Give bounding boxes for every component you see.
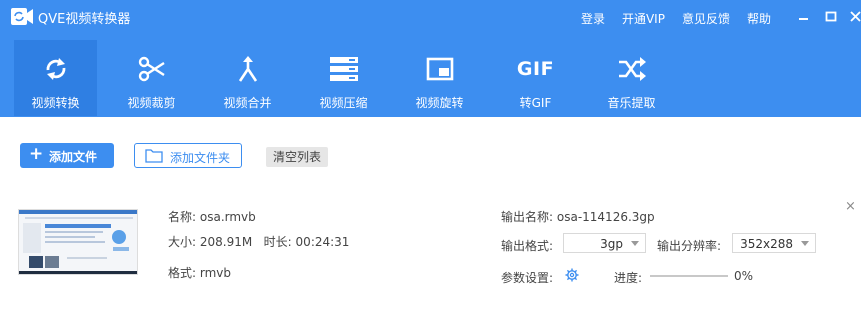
param-settings-label: 参数设置: — [501, 271, 554, 285]
tab-label: 音乐提取 — [607, 96, 656, 110]
tab-music-extract[interactable]: 音乐提取 — [590, 40, 673, 116]
tab-video-crop[interactable]: 视频裁剪 — [110, 40, 193, 116]
app-header: QVE视频转换器 登录 开通VIP 意见反馈 帮助 视频转换 视频裁剪 视频合并… — [0, 0, 861, 117]
video-size-duration: 大小: 208.91M 时长: 00:24:31 — [168, 233, 349, 250]
tab-label: 视频合并 — [223, 96, 272, 110]
gif-icon-text: GIF — [516, 58, 555, 80]
gear-icon[interactable] — [565, 268, 579, 282]
function-tabs: 视频转换 视频裁剪 视频合并 视频压缩 视频旋转 GIF 转GIF 音乐提取 — [14, 40, 686, 116]
add-folder-label: 添加文件夹 — [170, 151, 231, 165]
tab-video-merge[interactable]: 视频合并 — [206, 40, 289, 116]
output-name: 输出名称: osa-114126.3gp — [501, 208, 655, 225]
shuffle-icon — [617, 54, 647, 84]
video-thumbnail[interactable] — [18, 209, 138, 275]
video-name: 名称: osa.rmvb — [168, 208, 256, 225]
video-format: 格式: rmvb — [168, 264, 231, 281]
output-name-value[interactable]: osa-114126.3gp — [557, 210, 655, 224]
output-format-select[interactable]: 3gp — [563, 233, 646, 253]
tab-label: 视频裁剪 — [127, 96, 176, 110]
duration-label: 时长: — [263, 235, 292, 249]
tab-video-rotate[interactable]: 视频旋转 — [398, 40, 481, 116]
progress-label: 进度: — [614, 271, 643, 285]
tab-label: 视频压缩 — [319, 96, 368, 110]
add-file-label: 添加文件 — [49, 150, 98, 164]
output-format-value: 3gp — [600, 237, 623, 251]
progress-percent: 0% — [734, 269, 754, 283]
add-folder-button[interactable]: 添加文件夹 — [134, 143, 242, 168]
tab-label: 视频转换 — [31, 96, 80, 110]
size-label: 大小: — [168, 235, 197, 249]
output-resolution-label: 输出分辨率: — [657, 239, 722, 253]
progress-bar — [650, 275, 728, 277]
app-title: QVE视频转换器 — [38, 12, 131, 27]
output-resolution-value: 352x288 — [740, 237, 793, 251]
refresh-icon — [41, 54, 71, 84]
chevron-down-icon — [801, 241, 809, 246]
help-link[interactable]: 帮助 — [747, 10, 771, 27]
tab-video-compress[interactable]: 视频压缩 — [302, 40, 385, 116]
feedback-link[interactable]: 意见反馈 — [682, 10, 730, 27]
size-value: 208.91M — [199, 235, 253, 249]
scissors-icon — [137, 54, 167, 84]
minimize-icon[interactable] — [796, 8, 812, 24]
tab-label: 视频旋转 — [415, 96, 464, 110]
output-format-label: 输出格式: — [501, 239, 554, 253]
tab-video-convert[interactable]: 视频转换 — [14, 40, 97, 116]
title-bar: QVE视频转换器 登录 开通VIP 意见反馈 帮助 — [0, 0, 861, 34]
remove-file-icon[interactable]: × — [845, 200, 856, 213]
file-list-row: 名称: osa.rmvb 大小: 208.91M 时长: 00:24:31 格式… — [0, 185, 861, 305]
rotate-icon — [425, 54, 455, 84]
gif-icon: GIF — [517, 54, 554, 84]
app-logo-icon — [10, 6, 34, 28]
plus-icon: + — [29, 144, 44, 164]
tab-label: 转GIF — [519, 96, 552, 110]
top-links: 登录 开通VIP 意见反馈 帮助 — [581, 10, 771, 27]
compress-icon — [329, 54, 359, 84]
name-value: osa.rmvb — [199, 210, 256, 224]
chevron-down-icon — [631, 241, 639, 246]
maximize-icon[interactable] — [823, 8, 839, 24]
vip-link[interactable]: 开通VIP — [622, 10, 665, 27]
folder-icon — [145, 148, 163, 166]
output-resolution-select[interactable]: 352x288 — [732, 233, 816, 253]
clear-list-button[interactable]: 清空列表 — [266, 147, 328, 167]
tab-to-gif[interactable]: GIF 转GIF — [494, 40, 577, 116]
format-label: 格式: — [168, 266, 197, 280]
format-value: rmvb — [199, 266, 232, 280]
name-label: 名称: — [168, 210, 197, 224]
merge-icon — [233, 54, 263, 84]
output-name-label: 输出名称: — [501, 210, 554, 224]
duration-value: 00:24:31 — [295, 235, 350, 249]
login-link[interactable]: 登录 — [581, 10, 605, 27]
add-file-button[interactable]: + 添加文件 — [20, 143, 114, 168]
close-icon[interactable] — [848, 8, 861, 24]
